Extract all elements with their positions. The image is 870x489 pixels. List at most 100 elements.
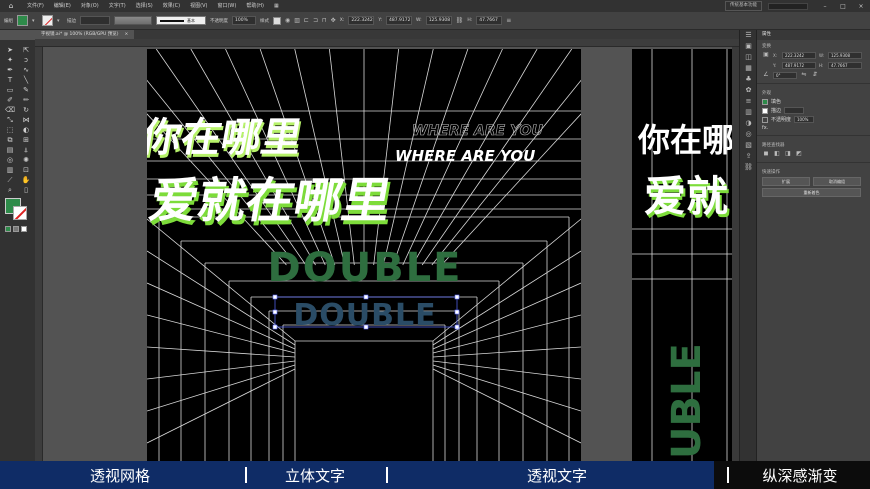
type-tool-icon[interactable]: T (4, 76, 16, 84)
width-field[interactable]: 125.9308 (425, 16, 452, 25)
chevron-down-icon[interactable]: ▾ (57, 18, 63, 24)
none-mode-icon[interactable] (21, 226, 27, 232)
double-text-green[interactable]: DOUBLE (268, 245, 463, 291)
y-field[interactable]: 487.9172 (385, 16, 412, 25)
eraser-tool-icon[interactable]: ⌫ (4, 106, 16, 114)
prop-h-field[interactable]: 47.7667 (828, 61, 862, 69)
graphic-style-swatch[interactable] (273, 16, 281, 25)
workspace-switcher[interactable]: 传统基本功能 (725, 1, 762, 11)
opacity-prop-field[interactable]: 100% (794, 116, 815, 123)
brushes-icon[interactable]: ♣ (740, 74, 757, 85)
vertical-scrollbar[interactable] (732, 47, 739, 461)
arrange-documents-icon[interactable]: ▦ (269, 0, 284, 12)
exclude-icon[interactable]: ◩ (795, 150, 803, 158)
links-icon[interactable]: ⛓ (740, 162, 757, 173)
free-transform-tool-icon[interactable]: ⬚ (4, 126, 16, 134)
flip-vertical-icon[interactable]: ⇵ (811, 71, 819, 79)
perspective-grid-tool-icon[interactable]: ⧉ (4, 136, 16, 144)
chevron-down-icon[interactable]: ▾ (32, 18, 38, 24)
recolor-icon[interactable]: ◉ (285, 17, 290, 24)
symbols-icon[interactable]: ✿ (740, 85, 757, 96)
chinese-headline-2[interactable]: 爱就在哪里 爱就在哪里 (147, 173, 397, 233)
menu-item[interactable]: 效果(C) (158, 0, 185, 12)
pencil-tool-icon[interactable]: ✏ (20, 96, 32, 104)
pen-tool-icon[interactable]: ✒ (4, 66, 16, 74)
english-headline[interactable]: WHERE ARE YOU WHERE ARE YOU (395, 123, 544, 165)
libraries-icon[interactable]: ▣ (740, 41, 757, 52)
ungroup-button[interactable]: 取消编组 (813, 177, 861, 186)
more-options-icon[interactable]: ≡ (506, 17, 511, 24)
close-window-icon[interactable]: × (852, 3, 870, 10)
angle-field[interactable]: 0° (773, 71, 797, 79)
graph-tool-icon[interactable]: ▥ (4, 166, 16, 174)
export-icon[interactable]: ⇪ (740, 151, 757, 162)
horizontal-ruler[interactable] (35, 39, 739, 47)
stroke-weight-prop[interactable] (784, 107, 805, 114)
expand-button[interactable]: 扩展 (762, 177, 810, 186)
home-icon[interactable]: ⌂ (0, 0, 22, 12)
minimize-icon[interactable]: – (816, 3, 834, 10)
opacity-icon[interactable] (762, 116, 768, 123)
menu-item[interactable]: 文字(T) (104, 0, 131, 12)
fx-button[interactable]: fx. (762, 125, 768, 131)
blend-tool-icon[interactable]: ◎ (4, 156, 16, 164)
gradient-panel-icon[interactable]: ▥ (740, 107, 757, 118)
menu-item[interactable]: 编辑(E) (49, 0, 76, 12)
menu-item[interactable]: 帮助(H) (241, 0, 269, 12)
color-mode-icon[interactable] (5, 226, 11, 232)
flip-horizontal-icon[interactable]: ⇋ (800, 71, 808, 79)
shaper-tool-icon[interactable]: ✐ (4, 96, 16, 104)
layers-icon[interactable]: ◫ (740, 52, 757, 63)
menu-item[interactable]: 视图(V) (185, 0, 212, 12)
transparency-icon[interactable]: ◑ (740, 118, 757, 129)
hand-tool-icon[interactable]: ✋ (20, 176, 32, 184)
panel-title[interactable]: 属性 (757, 30, 870, 40)
link-icon[interactable]: ⛓ (456, 17, 464, 24)
close-tab-icon[interactable]: × (125, 30, 129, 39)
properties-panel-icon[interactable]: ☰ (740, 30, 757, 41)
prop-w-field[interactable]: 125.9308 (828, 51, 862, 59)
align-center-icon[interactable]: ⊐ (313, 17, 318, 24)
artboard-1[interactable]: 你在哪里 你在哪里 WHERE ARE YOU WHERE ARE YOU 爱就… (147, 49, 581, 461)
appearance-stroke-swatch[interactable] (762, 107, 768, 114)
vertical-ruler[interactable] (35, 47, 43, 461)
search-field[interactable] (768, 2, 808, 10)
height-field[interactable]: 47.7667 (476, 16, 503, 25)
shape-builder-tool-icon[interactable]: ◐ (20, 126, 32, 134)
prop-x-field[interactable]: 222.3242 (782, 51, 816, 59)
zoom-tool-icon[interactable]: ⌕ (4, 186, 16, 194)
swatches-icon[interactable]: ▦ (740, 63, 757, 74)
selection-tool-icon[interactable]: ➤ (4, 46, 16, 54)
maximize-icon[interactable]: □ (834, 3, 852, 10)
align-left-icon[interactable]: ⊏ (304, 17, 309, 24)
menu-item[interactable]: 文件(F) (22, 0, 49, 12)
line-tool-icon[interactable]: ╲ (20, 76, 32, 84)
intersect-icon[interactable]: ◨ (784, 150, 792, 158)
graphic-styles-icon[interactable]: ▧ (740, 140, 757, 151)
gradient-tool-icon[interactable]: ▤ (4, 146, 16, 154)
chinese-headline-1[interactable]: 你在哪里 你在哪里 (147, 114, 307, 164)
appearance-fill-swatch[interactable] (762, 98, 768, 105)
scale-tool-icon[interactable]: ⤡ (4, 116, 16, 124)
x-field[interactable]: 222.3242 (348, 16, 375, 25)
stroke-panel-icon[interactable]: ≡ (740, 96, 757, 107)
stroke-weight-field[interactable] (80, 16, 110, 25)
curvature-tool-icon[interactable]: ∿ (20, 66, 32, 74)
stroke-color-swatch[interactable] (13, 206, 27, 220)
prop-y-field[interactable]: 487.9172 (782, 61, 816, 69)
gradient-mode-icon[interactable] (13, 226, 19, 232)
recolor-button[interactable]: 重新着色 (762, 188, 861, 197)
opacity-field[interactable]: 100% (232, 16, 256, 25)
magic-wand-tool-icon[interactable]: ✦ (4, 56, 16, 64)
document-tab[interactable]: 字视镜.ai* @ 100% (RGB/GPU 预览) × (35, 30, 135, 39)
canvas-area[interactable]: 你在哪里 你在哪里 WHERE ARE YOU WHERE ARE YOU 爱就… (43, 47, 739, 461)
brush-definition[interactable]: 基本 (156, 16, 206, 25)
minus-front-icon[interactable]: ◧ (773, 150, 781, 158)
artboard-2[interactable]: 你在哪 爱就 爱就 UBLE (632, 49, 739, 461)
mesh-tool-icon[interactable]: ⊞ (20, 136, 32, 144)
rotate-tool-icon[interactable]: ↻ (20, 106, 32, 114)
fill-swatch[interactable] (17, 15, 28, 26)
print-tiling-icon[interactable]: ▯ (20, 186, 32, 194)
align-icon[interactable]: ▥ (294, 17, 300, 24)
appearance-icon[interactable]: ◎ (740, 129, 757, 140)
